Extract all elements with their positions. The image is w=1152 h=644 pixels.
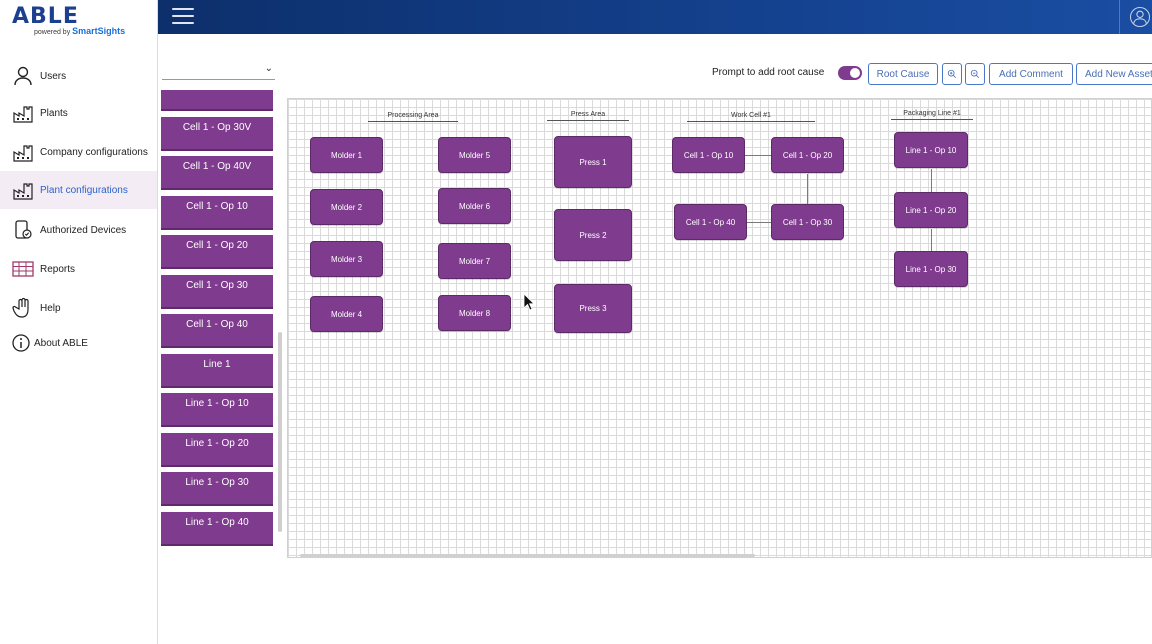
logo-brand: SmartSights [72, 26, 126, 36]
node-molder-7[interactable]: Molder 7 [438, 243, 511, 279]
area-label-packaging: Packaging Line #1 [891, 110, 973, 120]
asset-item[interactable]: Cell 1 - Op 30V [161, 117, 273, 151]
factory-icon [10, 177, 36, 203]
connector [807, 174, 808, 205]
area-label-processing: Processing Area [368, 112, 458, 122]
node-line-op-10[interactable]: Line 1 - Op 10 [894, 132, 968, 168]
node-cell-op-20[interactable]: Cell 1 - Op 20 [771, 137, 844, 173]
sidebar-item-label: Authorized Devices [40, 224, 127, 236]
chevron-down-icon: ⌄ [264, 63, 273, 74]
sidebar-item-help[interactable]: Help [0, 289, 157, 327]
node-molder-8[interactable]: Molder 8 [438, 295, 511, 331]
node-line-op-20[interactable]: Line 1 - Op 20 [894, 192, 968, 228]
sidebar-item-label: About ABLE [34, 337, 88, 349]
node-molder-2[interactable]: Molder 2 [310, 189, 383, 225]
table-icon [10, 256, 36, 282]
node-line-op-30[interactable]: Line 1 - Op 30 [894, 251, 968, 287]
asset-item[interactable]: Cell 1 - Op 10 [161, 196, 273, 230]
zoom-out-button[interactable] [965, 63, 985, 85]
connector [746, 222, 772, 223]
zoom-in-icon [947, 69, 957, 79]
node-press-1[interactable]: Press 1 [554, 136, 632, 188]
zoom-in-button[interactable] [942, 63, 962, 85]
area-label-work-cell: Work Cell #1 [687, 112, 815, 122]
logo-subtitle: powered by SmartSights [34, 26, 125, 36]
hamburger-menu-icon[interactable] [172, 8, 194, 26]
sidebar-item-about[interactable]: About ABLE [0, 324, 157, 362]
sidebar: ABLE powered by SmartSights Users Plants… [0, 0, 158, 644]
asset-item[interactable]: Line 1 - Op 10 [161, 393, 273, 427]
topbar-divider [1119, 0, 1120, 34]
area-label-press: Press Area [547, 111, 629, 121]
info-icon [8, 330, 34, 356]
asset-item[interactable]: Line 1 [161, 354, 273, 388]
logo: ABLE powered by SmartSights [12, 4, 125, 36]
node-cell-op-40[interactable]: Cell 1 - Op 40 [674, 204, 747, 240]
factory-icon [10, 100, 36, 126]
node-press-3[interactable]: Press 3 [554, 284, 632, 333]
diagram-canvas[interactable]: Processing Area Press Area Work Cell #1 … [287, 98, 1152, 558]
sidebar-item-users[interactable]: Users [0, 57, 157, 95]
node-molder-3[interactable]: Molder 3 [310, 241, 383, 277]
logo-powered-by: powered by [34, 29, 71, 36]
add-comment-button[interactable]: Add Comment [989, 63, 1073, 85]
asset-item[interactable] [161, 90, 273, 111]
zoom-out-icon [970, 69, 980, 79]
node-cell-op-30[interactable]: Cell 1 - Op 30 [771, 204, 844, 240]
asset-item[interactable]: Cell 1 - Op 40V [161, 156, 273, 190]
asset-type-select[interactable]: ⌄ [162, 58, 275, 80]
node-molder-5[interactable]: Molder 5 [438, 137, 511, 173]
sidebar-item-plants[interactable]: Plants [0, 94, 157, 132]
asset-item[interactable]: Line 1 - Op 40 [161, 512, 273, 546]
asset-item[interactable]: Cell 1 - Op 40 [161, 314, 273, 348]
asset-item[interactable]: Cell 1 - Op 20 [161, 235, 273, 269]
sidebar-item-label: Reports [40, 263, 76, 275]
node-press-2[interactable]: Press 2 [554, 209, 632, 261]
asset-list-scrollbar[interactable] [278, 92, 283, 552]
sidebar-item-label: Plants [40, 107, 68, 119]
device-icon [10, 217, 36, 243]
prompt-root-cause-toggle[interactable] [838, 66, 862, 80]
sidebar-item-plant-configurations[interactable]: Plant configurations [0, 171, 157, 209]
hand-icon [10, 295, 36, 321]
node-cell-op-10[interactable]: Cell 1 - Op 10 [672, 137, 745, 173]
root-cause-button[interactable]: Root Cause [868, 63, 938, 85]
sidebar-item-authorized-devices[interactable]: Authorized Devices [0, 211, 157, 249]
mouse-cursor-icon [523, 293, 535, 311]
sidebar-item-label: Users [40, 70, 67, 82]
asset-list: Cell 1 - Op 30V Cell 1 - Op 40V Cell 1 -… [161, 90, 275, 550]
add-new-asset-button[interactable]: Add New Asset [1076, 63, 1152, 85]
sidebar-item-label: Plant configurations [40, 184, 128, 196]
user-avatar-icon[interactable] [1130, 7, 1150, 27]
sidebar-item-label: Help [40, 302, 61, 314]
asset-item[interactable]: Line 1 - Op 20 [161, 433, 273, 467]
node-molder-4[interactable]: Molder 4 [310, 296, 383, 332]
node-molder-1[interactable]: Molder 1 [310, 137, 383, 173]
prompt-root-cause-label: Prompt to add root cause [712, 67, 825, 78]
node-molder-6[interactable]: Molder 6 [438, 188, 511, 224]
connector [744, 155, 772, 156]
connector [931, 169, 932, 193]
user-icon [10, 63, 36, 89]
connector [931, 229, 932, 251]
factory-icon [10, 139, 36, 165]
sidebar-item-company-configurations[interactable]: Company configurations [0, 133, 157, 171]
sidebar-item-reports[interactable]: Reports [0, 250, 157, 288]
canvas-horizontal-scrollbar[interactable] [300, 554, 755, 557]
sidebar-item-label: Company configurations [40, 146, 148, 158]
asset-item[interactable]: Line 1 - Op 30 [161, 472, 273, 506]
asset-item[interactable]: Cell 1 - Op 30 [161, 275, 273, 309]
top-bar [158, 0, 1152, 34]
